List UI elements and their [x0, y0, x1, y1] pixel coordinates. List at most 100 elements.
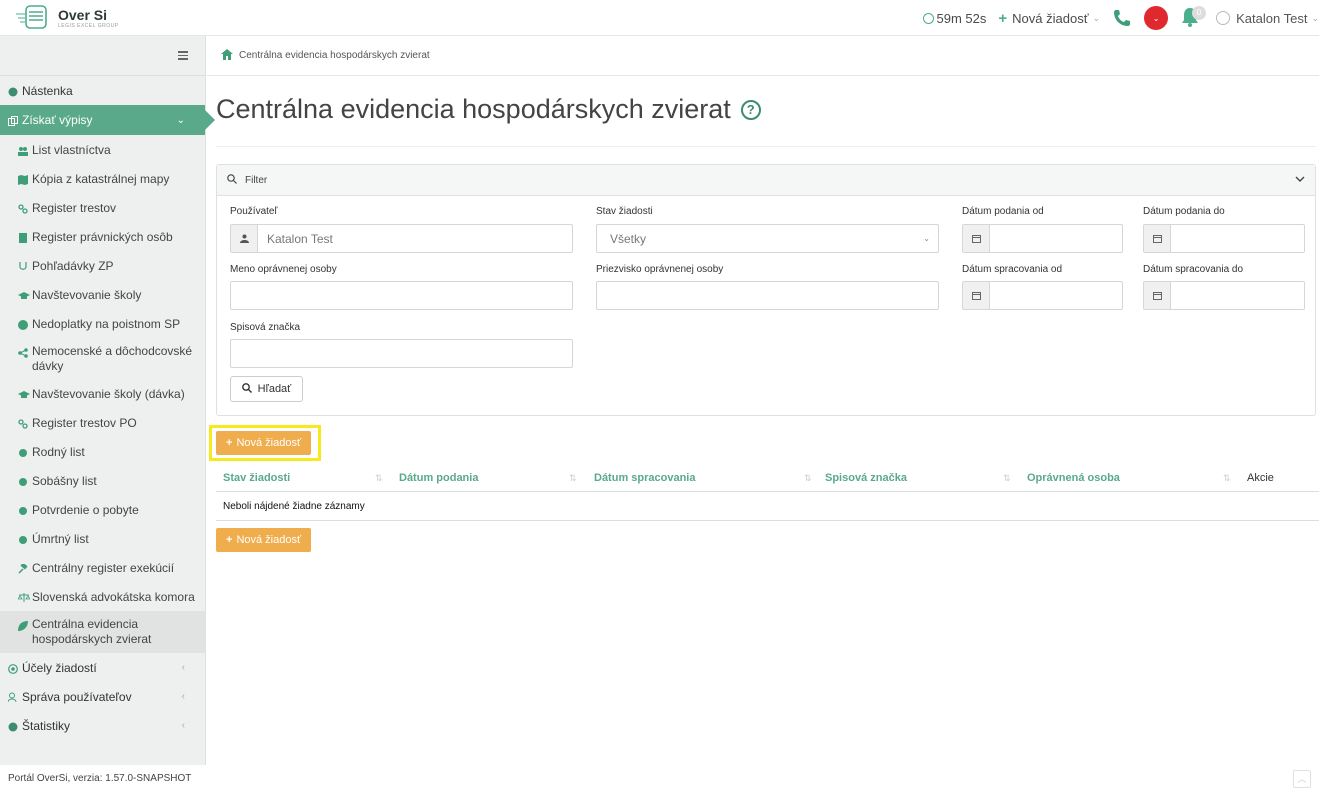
logo[interactable]: Over Si LEGIS EXCEL GROUP	[14, 3, 119, 33]
sidebar-item-label: Účely žiadostí	[22, 660, 97, 675]
column-header-label: Dátum podania	[399, 472, 479, 484]
notifications-bell[interactable]: 0	[1180, 6, 1207, 30]
sidebar-item-pohladavky-zp[interactable]: Pohľadávky ZP	[0, 251, 205, 280]
chevron-left-icon: ‹	[181, 720, 185, 731]
sidebar-item-label: Kópia z katastrálnej mapy	[32, 171, 170, 186]
scroll-to-top-button[interactable]: ︿	[1293, 770, 1311, 788]
last-name-field[interactable]	[596, 281, 939, 310]
chevron-down-icon: ⌄	[1152, 13, 1160, 23]
sidebar-item-register-exekucii[interactable]: Centrálny register exekúcií	[0, 553, 205, 582]
user-label: Používateľ	[230, 206, 278, 217]
status-indicator[interactable]: ⌄	[1144, 6, 1169, 30]
sidebar-item-statistiky[interactable]: Štatistiky ‹	[0, 711, 205, 740]
column-header-label: Stav žiadosti	[223, 472, 291, 484]
timer-value: 59m 52s	[936, 10, 987, 26]
new-request-button-bottom[interactable]: + Nová žiadosť	[216, 528, 312, 552]
gavel-icon	[18, 562, 28, 574]
chevron-down-icon[interactable]	[1295, 175, 1305, 186]
chevron-left-icon: ‹	[181, 662, 185, 673]
link-icon	[18, 418, 28, 429]
home-icon[interactable]	[221, 48, 233, 63]
user-field[interactable]: Katalon Test	[230, 224, 573, 253]
calendar-icon	[1144, 282, 1171, 309]
sidebar-item-nemocenske-davky[interactable]: Nemocenské a dôchodcovské dávky	[0, 338, 205, 379]
sidebar-item-sprava-pouzivatelov[interactable]: Správa používateľov ‹	[0, 682, 205, 711]
plus-icon: +	[226, 534, 233, 546]
column-header-label: Spisová značka	[825, 472, 907, 484]
column-header-actions: Akcie	[1247, 472, 1274, 484]
logo-title: Over Si	[58, 7, 108, 23]
date-processed-to-field[interactable]	[1143, 281, 1305, 310]
new-request-dropdown[interactable]: + Nová žiadosť ⌄	[998, 10, 1100, 27]
sidebar-item-label: Navštevovanie školy	[32, 287, 142, 302]
sidebar-item-rodny-list[interactable]: Rodný list	[0, 437, 205, 466]
column-header-file-number[interactable]: Spisová značka ⇅	[825, 465, 1020, 492]
health-icon	[18, 261, 28, 271]
column-header-status[interactable]: Stav žiadosti ⇅	[223, 465, 393, 492]
sidebar-item-label: Register trestov	[32, 200, 117, 215]
sort-icon: ⇅	[1003, 473, 1011, 483]
sidebar-item-navstevovanie-skoly[interactable]: Navštevovanie školy	[0, 280, 205, 309]
chevron-down-icon: ⌄	[1092, 12, 1101, 23]
building-icon	[18, 232, 28, 243]
status-select[interactable]: Všetky ⌄	[596, 224, 939, 253]
sidebar-item-register-pravnickych-osob[interactable]: Register právnických osôb	[0, 222, 205, 251]
search-icon	[227, 173, 237, 187]
sidebar-item-umrtny-list[interactable]: Úmrtný list	[0, 524, 205, 553]
new-request-label: Nová žiadosť	[1012, 10, 1089, 26]
sidebar-item-kopia-mapy[interactable]: Kópia z katastrálnej mapy	[0, 164, 205, 193]
sidebar-item-label: Slovenská advokátska komora	[32, 589, 195, 604]
help-icon[interactable]: ?	[740, 100, 761, 120]
sidebar-item-ziskat-vypisy[interactable]: Získať výpisy ⌄	[0, 105, 215, 135]
sidebar-item-nedoplatky[interactable]: Nedoplatky na poistnom SP	[0, 309, 205, 338]
user-group-icon	[7, 692, 18, 702]
table-header: Stav žiadosti ⇅ Dátum podania ⇅ Dátum sp…	[216, 465, 1319, 492]
sidebar-item-ucely-ziadosti[interactable]: Účely žiadostí ‹	[0, 653, 205, 682]
notification-count: 0	[1192, 6, 1207, 20]
sidebar-item-list-vlastnictva[interactable]: List vlastníctva	[0, 135, 205, 164]
column-header-authorized-person[interactable]: Oprávnená osoba ⇅	[1027, 465, 1239, 492]
session-timer: 59m 52s	[922, 10, 987, 26]
column-header-date-processed[interactable]: Dátum spracovania ⇅	[594, 465, 819, 492]
sidebar-item-label: Nástenka	[22, 83, 73, 98]
sidebar-item-potvrdenie-o-pobyte[interactable]: Potvrdenie o pobyte	[0, 495, 205, 524]
leaf-icon	[18, 620, 28, 631]
sidebar-item-nastenka[interactable]: Nástenka	[0, 76, 205, 105]
sidebar-toggle[interactable]	[0, 36, 205, 76]
sidebar: Nástenka Získať výpisy ⌄ List vlastníctv…	[0, 36, 215, 765]
column-header-date-submitted[interactable]: Dátum podania ⇅	[399, 465, 589, 492]
date-submitted-from-field[interactable]	[962, 224, 1123, 253]
divider	[216, 146, 1316, 147]
chevron-left-icon: ‹	[181, 691, 185, 702]
logo-icon	[14, 3, 50, 33]
breadcrumb: Centrálna evidencia hospodárskych zviera…	[207, 36, 1319, 76]
user-value: Katalon Test	[267, 231, 333, 246]
file-number-field[interactable]	[230, 339, 573, 368]
first-name-field[interactable]	[230, 281, 573, 310]
sidebar-item-label: Register právnických osôb	[32, 229, 173, 244]
sort-icon: ⇅	[569, 473, 577, 483]
sidebar-item-advokatska-komora[interactable]: Slovenská advokátska komora	[0, 582, 205, 611]
sidebar-item-label: Pohľadávky ZP	[32, 258, 114, 273]
sidebar-item-register-trestov-po[interactable]: Register trestov PO	[0, 408, 205, 437]
sidebar-item-label: Správa používateľov	[22, 689, 132, 704]
filter-header[interactable]: Filter	[217, 165, 1315, 196]
sidebar-item-evidencia-zvierat[interactable]: Centrálna evidencia hospodárskych zviera…	[0, 611, 205, 653]
user-menu[interactable]: Katalon Test ⌄	[1216, 11, 1319, 26]
sidebar-item-sobasny-list[interactable]: Sobášny list	[0, 466, 205, 495]
sidebar-item-label: Štatistiky	[22, 718, 71, 733]
date-processed-to-label: Dátum spracovania do	[1143, 264, 1244, 275]
breadcrumb-current: Centrálna evidencia hospodárskych zviera…	[239, 50, 430, 61]
phone-icon[interactable]	[1112, 8, 1132, 28]
new-request-button[interactable]: + Nová žiadosť	[216, 431, 312, 455]
status-label: Stav žiadosti	[596, 206, 653, 217]
sidebar-item-label: Úmrtný list	[32, 531, 89, 546]
date-submitted-to-field[interactable]	[1143, 224, 1305, 253]
sidebar-item-register-trestov[interactable]: Register trestov	[0, 193, 205, 222]
plus-icon: +	[998, 9, 1008, 27]
sidebar-item-label: Rodný list	[32, 444, 85, 459]
search-button[interactable]: Hľadať	[230, 376, 303, 402]
date-processed-from-field[interactable]	[962, 281, 1123, 310]
menu-icon	[178, 51, 188, 62]
sidebar-item-navstevovanie-skoly-davka[interactable]: Navštevovanie školy (dávka)	[0, 379, 205, 408]
